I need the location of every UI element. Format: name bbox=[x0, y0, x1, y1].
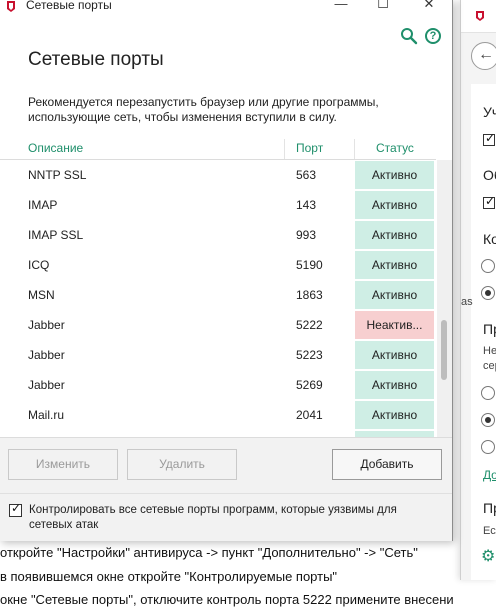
status-badge: Активно bbox=[355, 251, 434, 279]
kaspersky-logo-icon bbox=[476, 11, 484, 21]
button-bar: Изменить Удалить Добавить bbox=[0, 437, 452, 494]
table-row[interactable]: MSN 1863 Активно bbox=[0, 280, 436, 310]
footer: Контролировать все сетевые порты програм… bbox=[0, 493, 452, 541]
port-description: NNTP SSL bbox=[28, 168, 87, 182]
settings-label: Уч bbox=[483, 104, 496, 120]
port-description: Jabber bbox=[28, 378, 65, 392]
settings-titlebar bbox=[461, 0, 496, 33]
article-line-3: окне "Сетевые порты", отключите контроль… bbox=[0, 592, 454, 607]
settings-window: ← Уч Об Ко as Пр Не сер Дo Пр Есл ⚙ bbox=[460, 0, 496, 580]
port-description: Jabber bbox=[28, 348, 65, 362]
port-number: 563 bbox=[296, 168, 317, 182]
help-icon[interactable]: ? bbox=[425, 28, 441, 44]
settings-label: Пр bbox=[483, 500, 496, 516]
port-number: 143 bbox=[296, 198, 317, 212]
settings-radio[interactable] bbox=[481, 386, 495, 400]
port-description: ICQ bbox=[28, 258, 50, 272]
monitor-all-ports-checkbox[interactable] bbox=[9, 501, 22, 517]
table-row[interactable]: Jabber 5222 Неактив... bbox=[0, 310, 436, 340]
table-row[interactable] bbox=[0, 430, 436, 437]
maximize-button[interactable]: ☐ bbox=[373, 0, 393, 14]
column-port[interactable]: Порт bbox=[296, 141, 323, 155]
minimize-button[interactable]: — bbox=[331, 0, 351, 14]
settings-radio[interactable] bbox=[481, 259, 495, 273]
status-badge: Активно bbox=[355, 191, 434, 219]
port-description: Mail.ru bbox=[28, 408, 65, 422]
port-description: Jabber bbox=[28, 318, 65, 332]
settings-label: Об bbox=[483, 167, 496, 183]
scrollbar-thumb[interactable] bbox=[441, 320, 447, 380]
close-button[interactable]: ✕ bbox=[419, 0, 439, 14]
port-number: 2041 bbox=[296, 408, 323, 422]
monitor-all-ports-label[interactable]: Контролировать все сетевые порты програм… bbox=[29, 503, 429, 533]
table-row[interactable]: Jabber 5223 Активно bbox=[0, 340, 436, 370]
port-description: MSN bbox=[28, 288, 55, 302]
back-button[interactable]: ← bbox=[471, 42, 496, 70]
table-row[interactable]: Jabber 5269 Активно bbox=[0, 370, 436, 400]
settings-checkbox[interactable] bbox=[483, 131, 495, 146]
column-divider bbox=[284, 139, 285, 159]
kaspersky-logo-icon bbox=[7, 1, 15, 12]
settings-radio[interactable] bbox=[481, 286, 495, 300]
settings-label: as bbox=[461, 296, 473, 308]
settings-label: Не bbox=[483, 345, 496, 357]
search-icon[interactable] bbox=[400, 27, 418, 45]
port-description: IMAP SSL bbox=[28, 228, 84, 242]
status-badge: Активно bbox=[355, 371, 434, 399]
table-row[interactable]: IMAP SSL 993 Активно bbox=[0, 220, 436, 250]
table-row[interactable]: Mail.ru 2041 Активно bbox=[0, 400, 436, 430]
status-badge: Активно bbox=[355, 281, 434, 309]
column-status[interactable]: Статус bbox=[376, 141, 414, 155]
article-line-2: в появившемся окне откройте "Контролируе… bbox=[0, 569, 338, 584]
settings-label: сер bbox=[483, 360, 496, 372]
ports-table: NNTP SSL 563 Активно IMAP 143 Активно IM… bbox=[0, 160, 436, 437]
table-row[interactable]: NNTP SSL 563 Активно bbox=[0, 160, 436, 190]
table-scrollbar[interactable] bbox=[437, 160, 452, 437]
settings-label: Пр bbox=[483, 321, 496, 337]
settings-label: Ко bbox=[483, 231, 496, 247]
port-number: 1863 bbox=[296, 288, 323, 302]
table-row[interactable]: ICQ 5190 Активно bbox=[0, 250, 436, 280]
column-description[interactable]: Описание bbox=[28, 141, 83, 155]
article-line-1: откройте "Настройки" антивируса -> пункт… bbox=[0, 545, 418, 560]
restart-notice: Рекомендуется перезапустить браузер или … bbox=[28, 95, 379, 124]
settings-label: Есл bbox=[483, 525, 496, 537]
gear-icon[interactable]: ⚙ bbox=[481, 546, 495, 566]
titlebar: Сетевые порты — ☐ ✕ bbox=[0, 0, 452, 16]
settings-checkbox[interactable] bbox=[483, 194, 495, 209]
edit-button[interactable]: Изменить bbox=[8, 449, 118, 480]
add-button[interactable]: Добавить bbox=[332, 449, 442, 480]
port-number: 5222 bbox=[296, 318, 323, 332]
window-title: Сетевые порты bbox=[26, 0, 112, 12]
column-divider bbox=[354, 139, 355, 159]
port-description: IMAP bbox=[28, 198, 58, 212]
settings-link[interactable]: Дo bbox=[483, 468, 496, 482]
status-badge: Неактив... bbox=[355, 311, 434, 339]
status-badge: Активно bbox=[355, 401, 434, 429]
port-number: 993 bbox=[296, 228, 317, 242]
network-ports-dialog: Сетевые порты — ☐ ✕ ? Сетевые порты Реко… bbox=[0, 0, 453, 541]
table-header: Описание Порт Статус bbox=[0, 139, 436, 160]
port-number: 5223 bbox=[296, 348, 323, 362]
arrow-left-icon: ← bbox=[478, 46, 494, 63]
delete-button[interactable]: Удалить bbox=[127, 449, 237, 480]
status-badge: Активно bbox=[355, 221, 434, 249]
page-title: Сетевые порты bbox=[28, 49, 164, 70]
status-badge: Активно bbox=[355, 161, 434, 189]
status-badge: Активно bbox=[355, 341, 434, 369]
settings-radio[interactable] bbox=[481, 440, 495, 454]
port-number: 5190 bbox=[296, 258, 323, 272]
table-row[interactable]: IMAP 143 Активно bbox=[0, 190, 436, 220]
settings-radio[interactable] bbox=[481, 413, 495, 427]
port-number: 5269 bbox=[296, 378, 323, 392]
